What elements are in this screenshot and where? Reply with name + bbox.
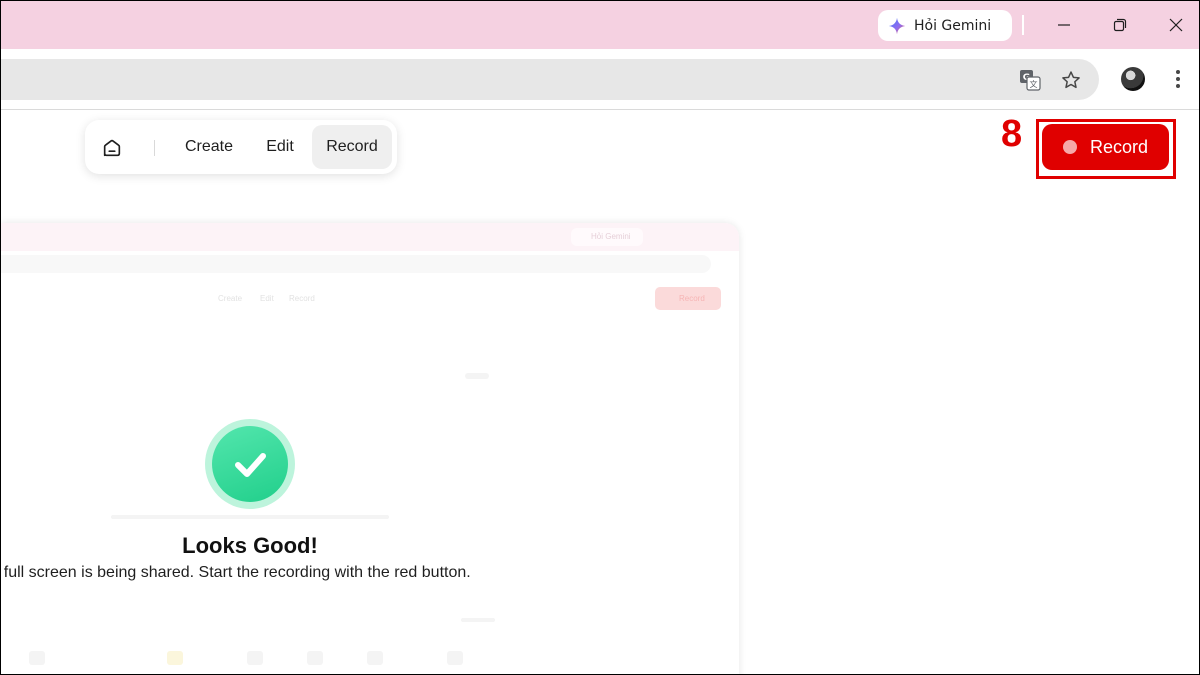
preview-faint-element [461,618,495,622]
record-button[interactable]: Record [1042,124,1169,170]
preview-nav-create: Create [218,294,243,303]
profile-avatar[interactable] [1121,67,1145,91]
check-icon [235,453,266,477]
more-menu-icon[interactable] [1171,67,1185,91]
preview-faint-icon [247,651,263,665]
home-icon [103,139,121,157]
nav-edit[interactable]: Edit [255,125,305,169]
success-badge-inner [212,426,288,502]
address-bar[interactable]: G 文 [1,59,1099,100]
svg-text:文: 文 [1030,79,1038,89]
preview-nav-record: Record [289,294,315,303]
preview-address-bar [1,255,711,273]
preview-faint-icon [29,651,45,665]
preview-nav-edit: Edit [260,294,274,303]
google-translate-icon: G 文 [1020,70,1041,91]
app-nav: Create Edit Record [85,120,397,174]
preview-faint-icon [367,651,383,665]
screen-share-preview: Hỏi Gemini Create Edit Record Record [1,223,739,674]
step-number-annotation: 8 [1001,113,1023,155]
nav-divider [154,140,155,156]
restore-button[interactable] [1097,10,1143,40]
close-button[interactable] [1153,10,1199,40]
nav-create[interactable]: Create [173,125,245,169]
preview-gemini-label: Hỏi Gemini [591,232,631,241]
record-button-label: Record [1090,136,1149,157]
gemini-sparkle-icon [888,17,906,34]
gemini-button[interactable]: Hỏi Gemini [878,10,1012,41]
title-bar: Hỏi Gemini [1,1,1199,49]
preview-faint-element [465,373,489,379]
minimize-icon [1058,24,1070,26]
browser-window: Hỏi Gemini G 文 Create Edit Record 8 Reco… [0,0,1200,675]
preview-record-label: Record [679,294,705,303]
nav-record[interactable]: Record [312,125,392,169]
close-icon [1169,18,1183,32]
translate-button[interactable]: G 文 [1018,68,1042,92]
preview-faint-icon [307,651,323,665]
status-title: Looks Good! [182,533,318,558]
restore-icon [1113,18,1127,32]
browser-toolbar: G 文 [1,49,1199,110]
preview-faint-icon [447,651,463,665]
home-button[interactable] [99,135,125,161]
title-bar-divider [1022,15,1024,35]
bookmark-button[interactable] [1059,68,1083,92]
preview-faint-text [111,515,389,519]
bookmark-star-icon [1062,71,1080,89]
gemini-button-label: Hỏi Gemini [914,17,992,34]
record-dot-icon [1063,140,1077,154]
status-description: r full screen is being shared. Start the… [0,564,471,581]
minimize-button[interactable] [1041,10,1087,40]
preview-faint-icon [167,651,183,665]
